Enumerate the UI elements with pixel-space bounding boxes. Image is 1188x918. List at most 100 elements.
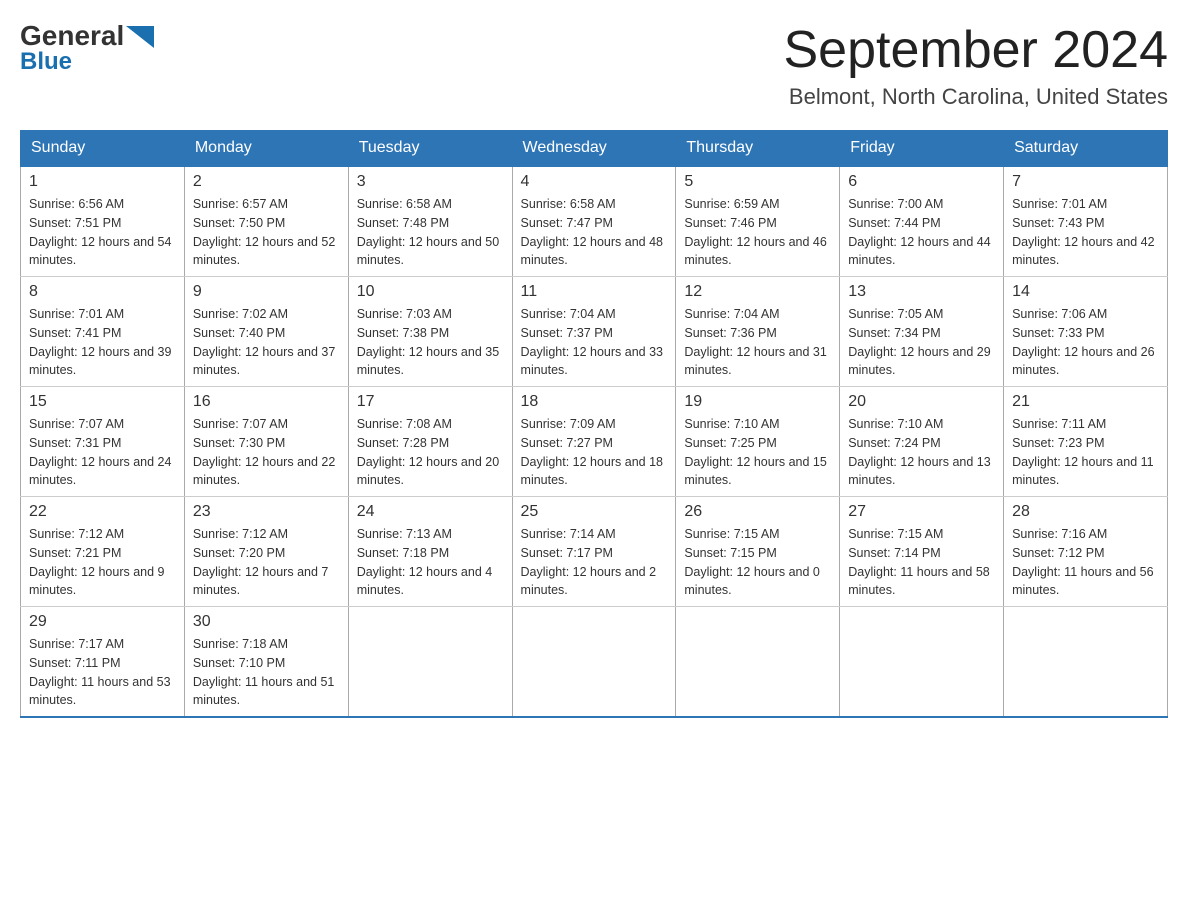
day-number: 7: [1012, 173, 1159, 191]
calendar-cell: 7 Sunrise: 7:01 AMSunset: 7:43 PMDaylight…: [1004, 166, 1168, 277]
day-number: 30: [193, 613, 340, 631]
day-number: 13: [848, 283, 995, 301]
day-number: 15: [29, 393, 176, 411]
calendar-header-wednesday: Wednesday: [512, 131, 676, 167]
calendar-week-3: 15 Sunrise: 7:07 AMSunset: 7:31 PMDayligh…: [21, 387, 1168, 497]
day-number: 24: [357, 503, 504, 521]
page-header: General Blue September 2024 Belmont, Nor…: [20, 20, 1168, 110]
calendar-week-1: 1 Sunrise: 6:56 AMSunset: 7:51 PMDaylight…: [21, 166, 1168, 277]
page-title: September 2024: [784, 20, 1169, 80]
day-number: 17: [357, 393, 504, 411]
calendar-cell: 29 Sunrise: 7:17 AMSunset: 7:11 PMDayligh…: [21, 607, 185, 718]
calendar-cell: 14 Sunrise: 7:06 AMSunset: 7:33 PMDayligh…: [1004, 277, 1168, 387]
calendar-cell: 26Sunrise: 7:15 AMSunset: 7:15 PMDayligh…: [676, 497, 840, 607]
calendar-cell: 24Sunrise: 7:13 AMSunset: 7:18 PMDayligh…: [348, 497, 512, 607]
calendar-cell: 5 Sunrise: 6:59 AMSunset: 7:46 PMDaylight…: [676, 166, 840, 277]
day-info: Sunrise: 7:18 AMSunset: 7:10 PMDaylight:…: [193, 635, 340, 710]
day-number: 4: [521, 173, 668, 191]
calendar-cell: 30 Sunrise: 7:18 AMSunset: 7:10 PMDayligh…: [184, 607, 348, 718]
calendar-cell: 25 Sunrise: 7:14 AMSunset: 7:17 PMDayligh…: [512, 497, 676, 607]
calendar-cell: 1 Sunrise: 6:56 AMSunset: 7:51 PMDaylight…: [21, 166, 185, 277]
calendar-cell: 22 Sunrise: 7:12 AMSunset: 7:21 PMDayligh…: [21, 497, 185, 607]
day-info: Sunrise: 7:08 AMSunset: 7:28 PMDaylight:…: [357, 415, 504, 490]
day-number: 25: [521, 503, 668, 521]
day-number: 28: [1012, 503, 1159, 521]
day-info: Sunrise: 7:11 AMSunset: 7:23 PMDaylight:…: [1012, 415, 1159, 490]
calendar-cell: 10 Sunrise: 7:03 AMSunset: 7:38 PMDayligh…: [348, 277, 512, 387]
calendar-cell: 19Sunrise: 7:10 AMSunset: 7:25 PMDayligh…: [676, 387, 840, 497]
day-number: 8: [29, 283, 176, 301]
day-info: Sunrise: 7:01 AMSunset: 7:43 PMDaylight:…: [1012, 195, 1159, 270]
day-info: Sunrise: 6:58 AMSunset: 7:47 PMDaylight:…: [521, 195, 668, 270]
calendar-header-friday: Friday: [840, 131, 1004, 167]
day-info: Sunrise: 7:00 AMSunset: 7:44 PMDaylight:…: [848, 195, 995, 270]
calendar-cell: 21 Sunrise: 7:11 AMSunset: 7:23 PMDayligh…: [1004, 387, 1168, 497]
day-info: Sunrise: 7:17 AMSunset: 7:11 PMDaylight:…: [29, 635, 176, 710]
day-info: Sunrise: 7:12 AMSunset: 7:20 PMDaylight:…: [193, 525, 340, 600]
day-info: Sunrise: 7:10 AMSunset: 7:25 PMDaylight:…: [684, 415, 831, 490]
day-number: 6: [848, 173, 995, 191]
day-number: 5: [684, 173, 831, 191]
day-number: 3: [357, 173, 504, 191]
calendar-cell: [676, 607, 840, 718]
day-number: 10: [357, 283, 504, 301]
day-info: Sunrise: 7:02 AMSunset: 7:40 PMDaylight:…: [193, 305, 340, 380]
calendar-cell: 12Sunrise: 7:04 AMSunset: 7:36 PMDayligh…: [676, 277, 840, 387]
day-number: 21: [1012, 393, 1159, 411]
calendar-week-4: 22 Sunrise: 7:12 AMSunset: 7:21 PMDayligh…: [21, 497, 1168, 607]
day-number: 29: [29, 613, 176, 631]
calendar-cell: 2 Sunrise: 6:57 AMSunset: 7:50 PMDaylight…: [184, 166, 348, 277]
day-number: 18: [521, 393, 668, 411]
day-number: 11: [521, 283, 668, 301]
calendar-cell: 17 Sunrise: 7:08 AMSunset: 7:28 PMDayligh…: [348, 387, 512, 497]
day-info: Sunrise: 7:03 AMSunset: 7:38 PMDaylight:…: [357, 305, 504, 380]
day-number: 1: [29, 173, 176, 191]
day-info: Sunrise: 7:07 AMSunset: 7:30 PMDaylight:…: [193, 415, 340, 490]
day-info: Sunrise: 7:16 AMSunset: 7:12 PMDaylight:…: [1012, 525, 1159, 600]
calendar-header-thursday: Thursday: [676, 131, 840, 167]
day-info: Sunrise: 6:58 AMSunset: 7:48 PMDaylight:…: [357, 195, 504, 270]
day-number: 2: [193, 173, 340, 191]
calendar-cell: [1004, 607, 1168, 718]
calendar-header-sunday: Sunday: [21, 131, 185, 167]
day-info: Sunrise: 7:01 AMSunset: 7:41 PMDaylight:…: [29, 305, 176, 380]
calendar-cell: [840, 607, 1004, 718]
day-number: 22: [29, 503, 176, 521]
calendar-cell: 23Sunrise: 7:12 AMSunset: 7:20 PMDayligh…: [184, 497, 348, 607]
calendar-cell: 9 Sunrise: 7:02 AMSunset: 7:40 PMDaylight…: [184, 277, 348, 387]
calendar-cell: 20Sunrise: 7:10 AMSunset: 7:24 PMDayligh…: [840, 387, 1004, 497]
day-info: Sunrise: 6:56 AMSunset: 7:51 PMDaylight:…: [29, 195, 176, 270]
logo-blue: Blue: [20, 48, 72, 76]
day-info: Sunrise: 7:07 AMSunset: 7:31 PMDaylight:…: [29, 415, 176, 490]
day-info: Sunrise: 6:57 AMSunset: 7:50 PMDaylight:…: [193, 195, 340, 270]
calendar-cell: 8 Sunrise: 7:01 AMSunset: 7:41 PMDaylight…: [21, 277, 185, 387]
calendar-cell: 16Sunrise: 7:07 AMSunset: 7:30 PMDayligh…: [184, 387, 348, 497]
day-number: 27: [848, 503, 995, 521]
logo: General Blue: [20, 20, 154, 76]
calendar-cell: 4 Sunrise: 6:58 AMSunset: 7:47 PMDaylight…: [512, 166, 676, 277]
calendar-week-5: 29 Sunrise: 7:17 AMSunset: 7:11 PMDayligh…: [21, 607, 1168, 718]
calendar-cell: 11Sunrise: 7:04 AMSunset: 7:37 PMDayligh…: [512, 277, 676, 387]
day-info: Sunrise: 6:59 AMSunset: 7:46 PMDaylight:…: [684, 195, 831, 270]
calendar-cell: 15 Sunrise: 7:07 AMSunset: 7:31 PMDayligh…: [21, 387, 185, 497]
day-info: Sunrise: 7:06 AMSunset: 7:33 PMDaylight:…: [1012, 305, 1159, 380]
day-info: Sunrise: 7:14 AMSunset: 7:17 PMDaylight:…: [521, 525, 668, 600]
calendar-cell: 18Sunrise: 7:09 AMSunset: 7:27 PMDayligh…: [512, 387, 676, 497]
calendar-cell: 27 Sunrise: 7:15 AMSunset: 7:14 PMDayligh…: [840, 497, 1004, 607]
day-info: Sunrise: 7:12 AMSunset: 7:21 PMDaylight:…: [29, 525, 176, 600]
day-number: 9: [193, 283, 340, 301]
day-number: 14: [1012, 283, 1159, 301]
calendar-header-row: SundayMondayTuesdayWednesdayThursdayFrid…: [21, 131, 1168, 167]
day-number: 20: [848, 393, 995, 411]
calendar-table: SundayMondayTuesdayWednesdayThursdayFrid…: [20, 130, 1168, 718]
calendar-header-tuesday: Tuesday: [348, 131, 512, 167]
calendar-header-saturday: Saturday: [1004, 131, 1168, 167]
calendar-cell: 3 Sunrise: 6:58 AMSunset: 7:48 PMDaylight…: [348, 166, 512, 277]
calendar-header-monday: Monday: [184, 131, 348, 167]
calendar-cell: [348, 607, 512, 718]
day-info: Sunrise: 7:04 AMSunset: 7:36 PMDaylight:…: [684, 305, 831, 380]
day-number: 26: [684, 503, 831, 521]
calendar-cell: 13Sunrise: 7:05 AMSunset: 7:34 PMDayligh…: [840, 277, 1004, 387]
day-info: Sunrise: 7:15 AMSunset: 7:14 PMDaylight:…: [848, 525, 995, 600]
title-block: September 2024 Belmont, North Carolina, …: [784, 20, 1169, 110]
